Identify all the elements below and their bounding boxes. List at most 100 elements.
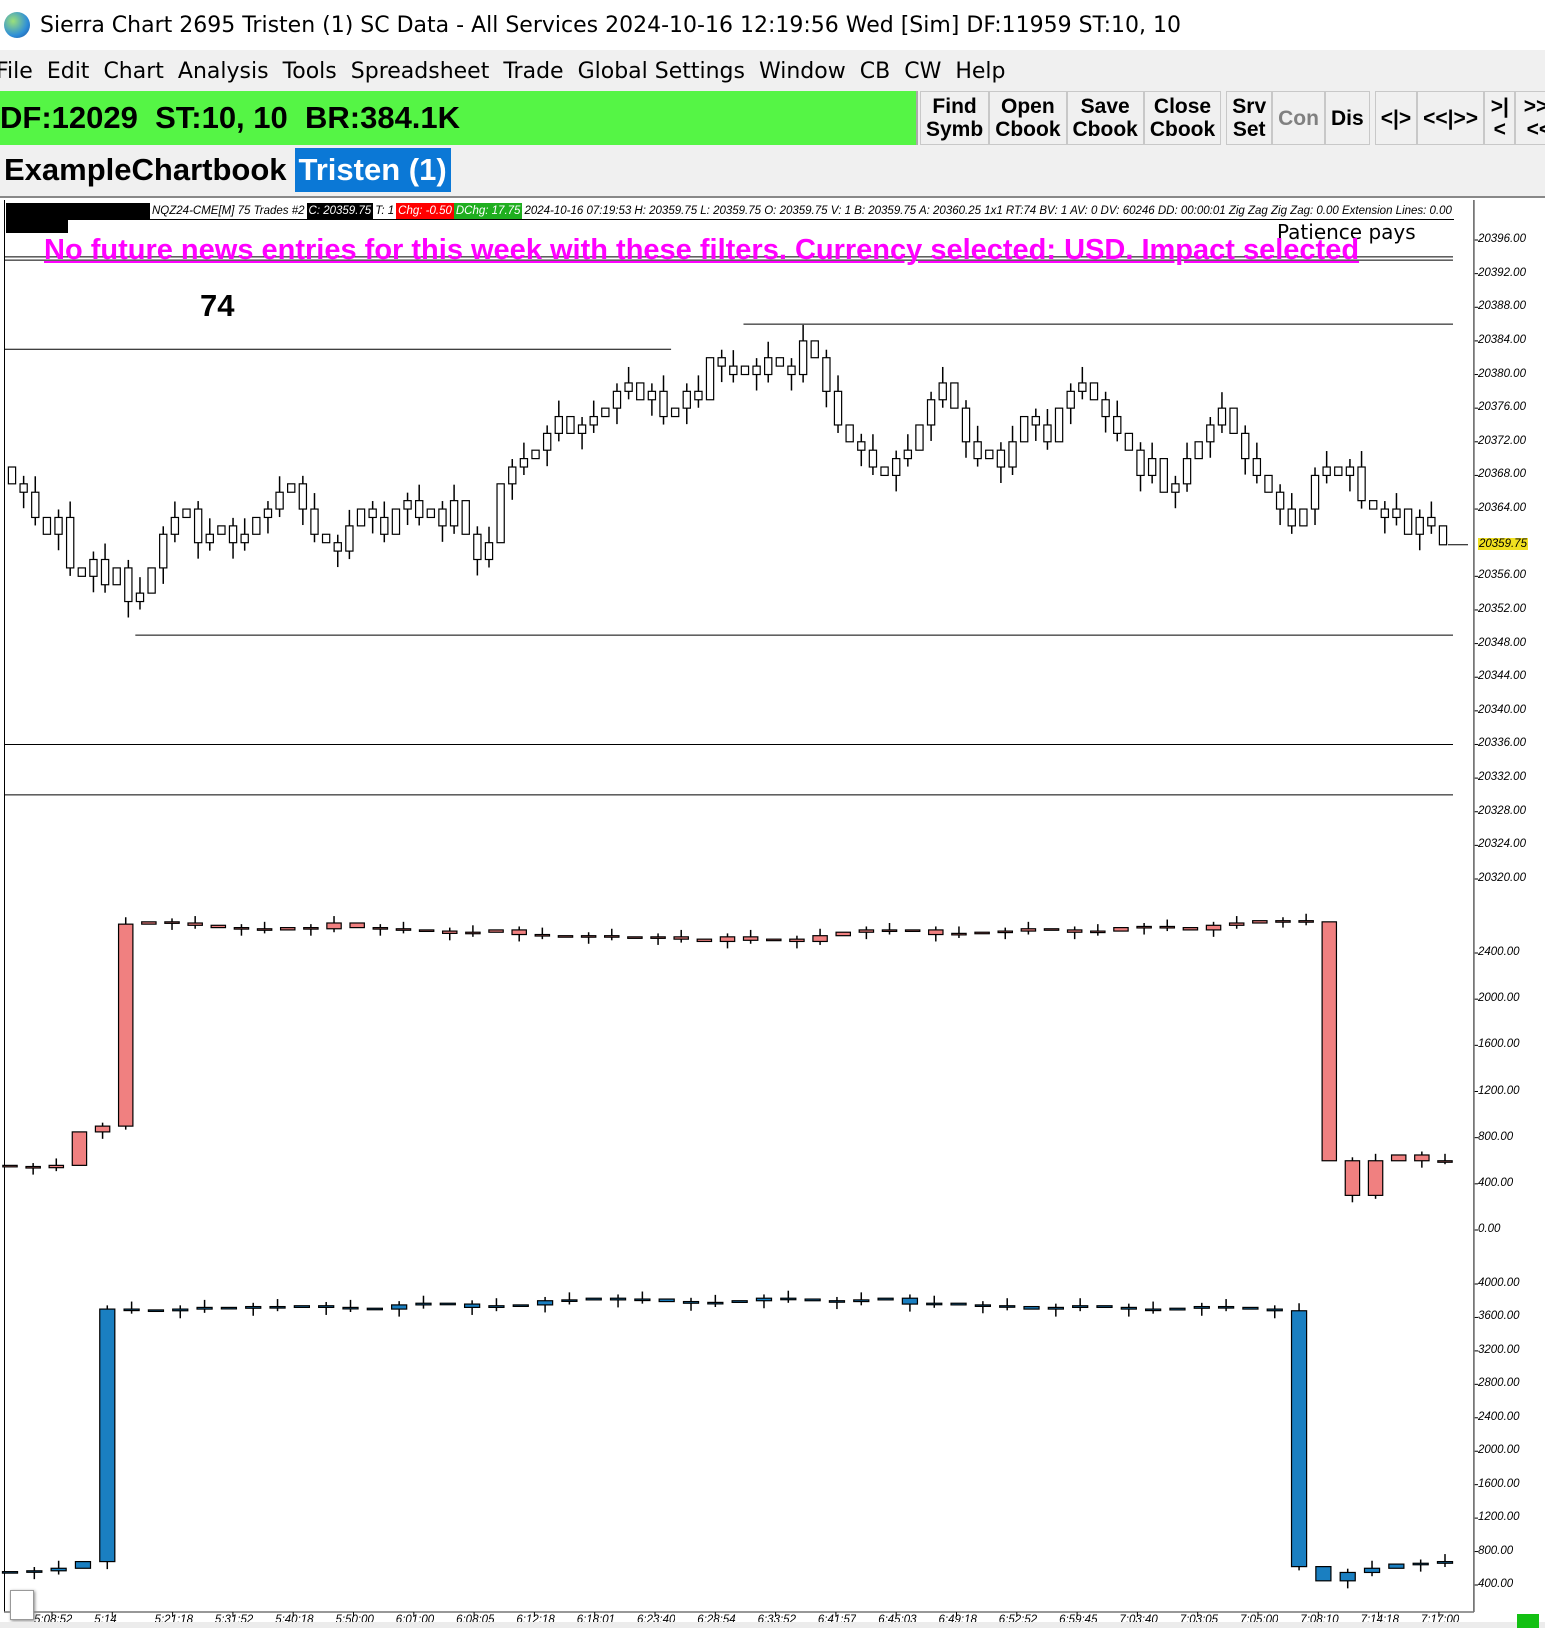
candle	[372, 927, 389, 930]
candle	[1390, 1154, 1407, 1162]
candle	[833, 390, 843, 426]
y-tick-label: 20328.00	[1478, 804, 1526, 817]
candle	[1113, 927, 1129, 932]
candle	[473, 533, 482, 561]
candle	[1159, 925, 1176, 929]
candle	[117, 923, 134, 1127]
candle	[828, 1300, 846, 1303]
candle	[1023, 1305, 1040, 1310]
candle	[99, 1308, 116, 1563]
candle	[287, 483, 296, 493]
candle	[1412, 1562, 1429, 1566]
time-axis-label: 6:33:52	[757, 1614, 796, 1622]
candle	[380, 516, 389, 535]
candle	[707, 1301, 724, 1305]
candle	[298, 483, 308, 510]
candle	[974, 931, 990, 935]
time-axis-label: 6:49:18	[938, 1614, 977, 1622]
time-axis-label: 6:12:18	[516, 1614, 555, 1622]
candle	[303, 927, 319, 930]
candle	[94, 1125, 111, 1133]
candle	[1147, 458, 1157, 477]
candle	[1206, 424, 1215, 443]
candle	[789, 938, 805, 943]
candle	[210, 924, 227, 929]
candle	[717, 357, 726, 367]
candle	[345, 525, 354, 552]
candle	[1066, 390, 1075, 409]
candle	[577, 424, 587, 434]
candle	[1345, 466, 1355, 477]
candle	[1136, 449, 1145, 477]
candle	[1159, 458, 1168, 493]
y-tick-label: 1200.00	[1478, 1511, 1520, 1524]
candle	[187, 922, 203, 926]
candle	[1054, 407, 1064, 443]
candle	[1315, 1566, 1332, 1582]
candle	[26, 1570, 43, 1573]
candle	[1169, 1307, 1186, 1311]
candle	[318, 1305, 335, 1309]
candle	[275, 491, 284, 510]
candle	[658, 1298, 675, 1303]
candle	[1090, 930, 1106, 934]
header-black-block	[6, 203, 150, 219]
candle	[1205, 924, 1222, 931]
y-tick-label: 1600.00	[1478, 1038, 1520, 1051]
y-tick-label: 20368.00	[1478, 468, 1526, 481]
candle	[1113, 415, 1122, 434]
current-price-label: 20359.75	[1478, 537, 1528, 550]
candle	[542, 432, 552, 451]
candle	[414, 500, 424, 519]
candle	[601, 407, 610, 418]
candle	[554, 415, 564, 434]
candle	[508, 466, 517, 485]
candle	[1437, 1160, 1453, 1163]
candle	[1031, 415, 1041, 426]
candle	[326, 922, 342, 930]
candle	[1266, 1308, 1283, 1312]
candle	[461, 500, 470, 535]
candle	[1334, 466, 1343, 477]
candle	[682, 1300, 700, 1304]
candle	[1019, 415, 1029, 443]
candle	[368, 508, 377, 519]
candle	[147, 567, 156, 594]
candle	[1, 1571, 19, 1574]
candle	[519, 458, 529, 468]
scroll-handle[interactable]	[10, 1590, 34, 1620]
candle	[124, 567, 133, 603]
time-axis-label: 5:21:18	[154, 1614, 193, 1622]
candle	[985, 449, 994, 460]
y-tick-label: 20388.00	[1478, 300, 1526, 313]
candle	[1182, 927, 1199, 931]
candle	[603, 935, 620, 938]
y-tick-label: 20396.00	[1478, 233, 1526, 245]
candle	[647, 390, 657, 401]
candle	[1120, 1306, 1137, 1310]
candle	[775, 357, 785, 367]
candle	[999, 1305, 1016, 1308]
y-tick-label: 2000.00	[1478, 992, 1520, 1005]
candle	[172, 1308, 189, 1312]
candle	[1171, 483, 1180, 493]
candle	[557, 935, 574, 938]
candle	[65, 516, 75, 569]
time-axis-label: 5:14	[94, 1614, 117, 1622]
candle	[511, 929, 527, 936]
candle	[488, 1305, 505, 1309]
candle	[1194, 441, 1203, 460]
candle	[496, 483, 505, 544]
candle	[973, 441, 982, 460]
candle	[112, 567, 121, 586]
candle	[1144, 1308, 1162, 1312]
time-axis-label: 6:28:54	[697, 1614, 736, 1622]
y-tick-label: 20344.00	[1478, 670, 1526, 683]
time-axis-label: 6:59:45	[1059, 1614, 1098, 1622]
candle	[636, 382, 645, 401]
candle	[415, 1302, 432, 1306]
candle	[31, 491, 40, 519]
y-tick-label: 20332.00	[1478, 771, 1526, 784]
candle	[996, 449, 1006, 468]
candle	[804, 1298, 821, 1302]
